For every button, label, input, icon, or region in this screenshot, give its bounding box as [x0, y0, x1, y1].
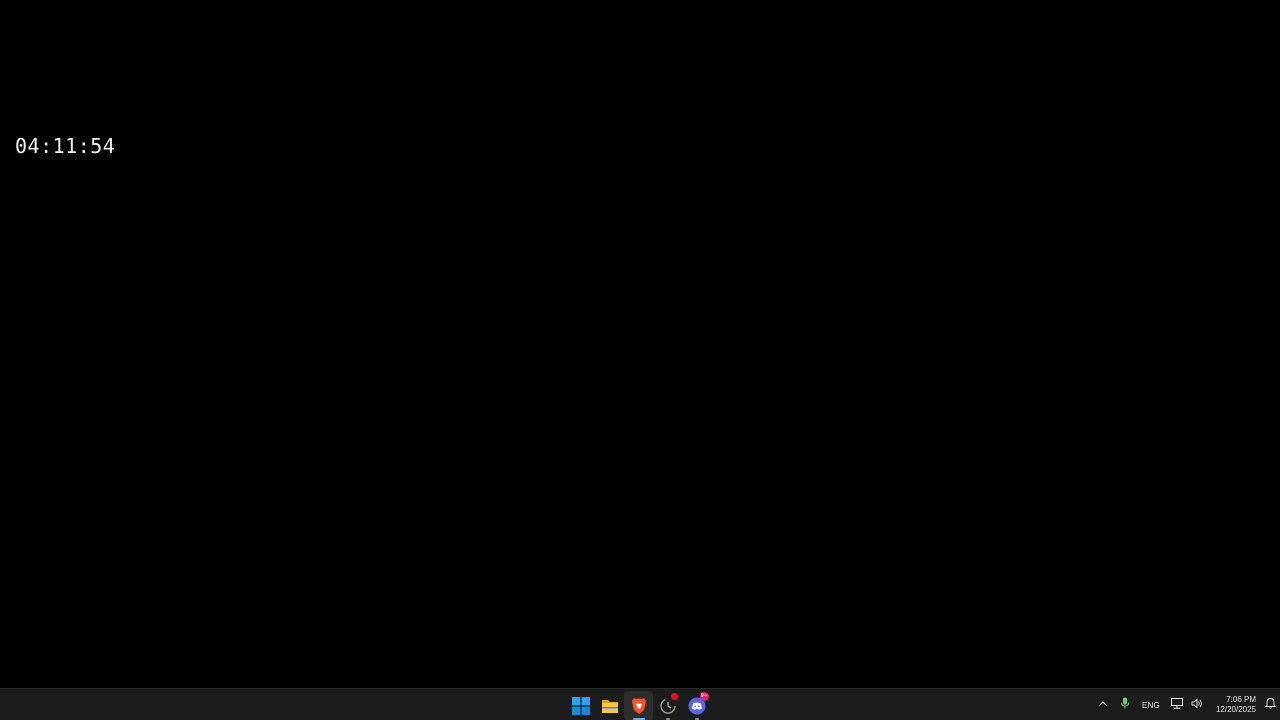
folder-icon: [601, 698, 619, 714]
start-button[interactable]: [566, 691, 595, 720]
volume-button[interactable]: [1188, 689, 1206, 720]
input-language-button[interactable]: ENG: [1136, 689, 1166, 720]
network-button[interactable]: [1166, 689, 1188, 720]
discord-button[interactable]: 9+: [682, 691, 711, 720]
windows-icon: [571, 696, 590, 715]
tray-time: 7:06 PM: [1226, 695, 1256, 704]
running-indicator: [632, 717, 645, 720]
file-explorer-button[interactable]: [595, 691, 624, 720]
app-loading-button[interactable]: [653, 691, 682, 720]
discord-badge: 9+: [699, 691, 709, 701]
notification-center-button[interactable]: [1260, 689, 1280, 720]
microphone-icon: [1120, 696, 1130, 714]
system-tray: ENG 7:06 PM 12/20/2025: [1092, 689, 1280, 720]
desktop: 04:11:54 9+ ENG 7:06 PM 12/20/2025: [0, 0, 1280, 720]
notification-dot: [671, 692, 678, 700]
show-hidden-icons-button[interactable]: [1092, 689, 1114, 720]
taskbar: 9+ ENG 7:06 PM 12/20/2025: [0, 688, 1280, 720]
microphone-button[interactable]: [1114, 689, 1136, 720]
running-indicator: [665, 717, 670, 720]
taskbar-apps: 9+: [566, 689, 711, 720]
volume-icon: [1191, 696, 1203, 714]
network-icon: [1171, 696, 1183, 714]
taskbar-clock[interactable]: 7:06 PM 12/20/2025: [1206, 689, 1260, 720]
chevron-up-icon: [1098, 696, 1108, 714]
brave-browser-button[interactable]: [624, 690, 653, 720]
running-indicator: [694, 717, 699, 720]
notification-icon: [1264, 696, 1276, 714]
brave-lion-icon: [631, 697, 647, 715]
tray-date: 12/20/2025: [1215, 705, 1256, 714]
clock-display: 04:11:54: [15, 134, 116, 158]
